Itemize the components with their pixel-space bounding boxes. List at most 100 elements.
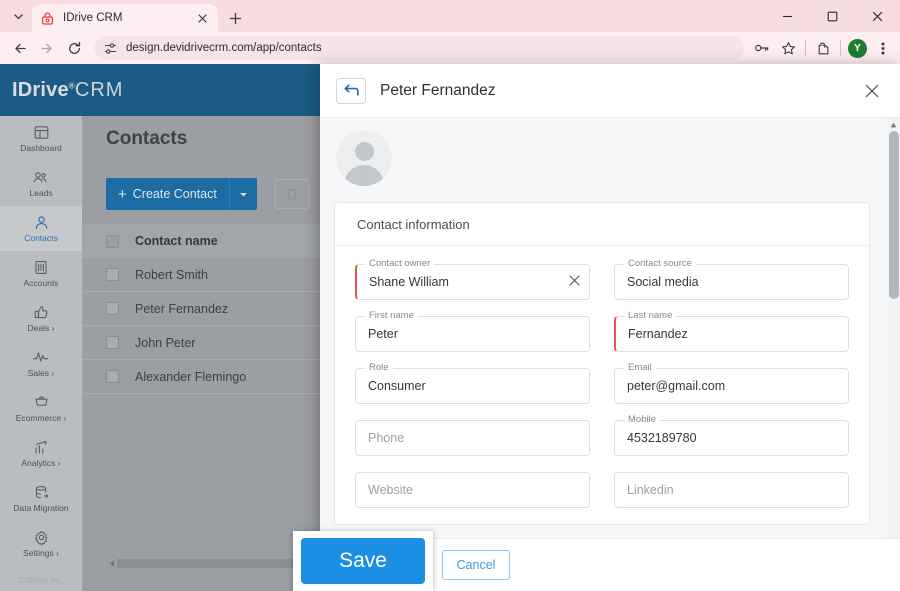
row-checkbox[interactable]	[106, 336, 119, 349]
sidebar-label-deals: Deals ›	[27, 323, 55, 333]
row-checkbox[interactable]	[106, 302, 119, 315]
create-contact-button[interactable]: + Create Contact	[106, 178, 229, 210]
tab-search-icon[interactable]	[4, 3, 32, 29]
avatar-body	[344, 165, 384, 186]
horizontal-scrollbar[interactable]	[106, 558, 302, 569]
minimize-icon[interactable]	[765, 0, 810, 32]
toolbar-actions: Y	[749, 36, 896, 60]
reload-icon[interactable]	[62, 36, 86, 60]
tune-icon[interactable]	[102, 40, 118, 56]
toolbar-divider-2	[840, 40, 841, 56]
value-mobile: 4532189780	[627, 431, 697, 445]
sidebar-item-contacts[interactable]: Contacts	[0, 206, 82, 251]
select-all-checkbox[interactable]	[106, 234, 119, 248]
plus-icon: +	[118, 185, 127, 203]
save-button-callout: Save	[293, 531, 433, 591]
row-checkbox[interactable]	[106, 370, 119, 383]
sidebar-item-data-migration[interactable]: Data Migration	[0, 476, 82, 521]
brand-name: IDriv	[12, 78, 58, 101]
back-arrow-icon[interactable]	[8, 36, 32, 60]
profile-avatar[interactable]: Y	[848, 38, 867, 58]
key-icon[interactable]	[749, 36, 775, 60]
cancel-button[interactable]: Cancel	[442, 550, 510, 580]
sidebar-item-accounts[interactable]: Accounts	[0, 251, 82, 296]
forward-arrow-icon[interactable]	[34, 36, 58, 60]
sidebar-item-analytics[interactable]: Analytics ›	[0, 431, 82, 476]
contact-information-card: Contact information Contact owner Shane …	[334, 202, 870, 525]
sales-pulse-icon	[33, 349, 49, 365]
field-contact-source[interactable]: Contact source Social media	[614, 257, 849, 300]
browser-tab[interactable]: IDrive CRM	[32, 4, 218, 32]
card-heading: Contact information	[357, 216, 470, 232]
label-contact-source: Contact source	[624, 257, 696, 271]
data-migration-icon	[34, 484, 49, 500]
person-avatar-icon	[336, 130, 392, 186]
value-first-name: Peter	[368, 327, 398, 341]
sidebar-label-sales: Sales ›	[27, 368, 55, 378]
puzzle-piece-icon[interactable]	[810, 36, 836, 60]
modal-body: Contact information Contact owner Shane …	[320, 118, 900, 538]
sidebar-item-sales[interactable]: Sales ›	[0, 341, 82, 386]
scroll-up-arrow-icon[interactable]	[887, 118, 900, 131]
form-row: Website Linkedin	[355, 472, 849, 508]
address-bar[interactable]: design.devidrivecrm.com/app/contacts	[94, 36, 744, 60]
value-contact-source: Social media	[627, 275, 699, 289]
modal-header: Peter Fernandez	[320, 64, 900, 118]
clear-x-icon[interactable]	[569, 275, 580, 286]
brand-suffix: CRM	[74, 78, 124, 101]
field-first-name[interactable]: First name Peter	[355, 309, 590, 352]
sidebar: Dashboard Leads Contacts Accounts Deals …	[0, 116, 82, 591]
app-brand-bar: IDrive®CRM	[0, 64, 320, 116]
field-website[interactable]: Website	[355, 472, 590, 508]
new-tab-icon[interactable]	[224, 7, 246, 29]
trash-icon[interactable]	[274, 179, 309, 209]
save-button-magnified[interactable]: Save	[301, 538, 425, 584]
sidebar-item-leads[interactable]: Leads	[0, 161, 82, 206]
sidebar-label-contacts: Contacts	[24, 233, 58, 243]
field-last-name[interactable]: Last name Fernandez	[614, 309, 849, 352]
value-contact-owner: Shane William	[369, 275, 449, 289]
form-row: Phone Mobile 4532189780	[355, 413, 849, 456]
window-controls	[765, 0, 900, 32]
sidebar-label-ecommerce: Ecommerce ›	[15, 413, 67, 423]
create-contact-dropdown-icon[interactable]	[228, 178, 257, 210]
sidebar-item-ecommerce[interactable]: Ecommerce ›	[0, 386, 82, 431]
sidebar-label-accounts: Accounts	[23, 278, 59, 288]
maximize-icon[interactable]	[810, 0, 855, 32]
sidebar-item-deals[interactable]: Deals ›	[0, 296, 82, 341]
card-header: Contact information	[335, 203, 869, 246]
placeholder-linkedin: Linkedin	[627, 483, 674, 497]
gear-icon	[34, 529, 49, 545]
value-email: peter@gmail.com	[627, 379, 726, 393]
sidebar-item-settings[interactable]: Settings ›	[0, 521, 82, 566]
column-header-contact-name: Contact name	[135, 234, 218, 248]
toolbar-divider	[805, 40, 806, 56]
field-contact-owner[interactable]: Contact owner Shane William	[355, 257, 590, 300]
field-role[interactable]: Role Consumer	[355, 361, 590, 404]
field-phone[interactable]: Phone	[355, 420, 590, 456]
brand-logo[interactable]: IDrive®CRM	[12, 79, 123, 102]
scroll-left-arrow-icon[interactable]	[106, 558, 117, 569]
tab-close-icon[interactable]	[194, 10, 210, 26]
back-arrow-icon[interactable]	[336, 77, 366, 104]
field-email[interactable]: Email peter@gmail.com	[614, 361, 849, 404]
row-checkbox[interactable]	[106, 268, 119, 281]
three-dot-menu-icon[interactable]	[870, 36, 896, 60]
close-icon[interactable]	[860, 79, 884, 103]
accounts-icon	[34, 259, 48, 275]
scrollbar-thumb[interactable]	[889, 131, 899, 299]
label-contact-owner: Contact owner	[365, 257, 435, 271]
placeholder-website: Website	[368, 483, 413, 497]
field-linkedin[interactable]: Linkedin	[614, 472, 849, 508]
crm-app: IDrive®CRM Dashboard Leads Contacts Acco…	[0, 64, 900, 591]
field-mobile[interactable]: Mobile 4532189780	[614, 413, 849, 456]
card-body: Contact owner Shane William Contact sour…	[335, 246, 869, 524]
value-role: Consumer	[368, 379, 426, 393]
row-contact-name: John Peter	[135, 335, 196, 350]
star-icon[interactable]	[775, 36, 801, 60]
sidebar-item-dashboard[interactable]: Dashboard	[0, 116, 82, 161]
modal-vertical-scrollbar[interactable]	[887, 118, 900, 538]
window-close-icon[interactable]	[855, 0, 900, 32]
scrollbar-thumb[interactable]	[117, 559, 302, 568]
label-role: Role	[365, 361, 393, 375]
